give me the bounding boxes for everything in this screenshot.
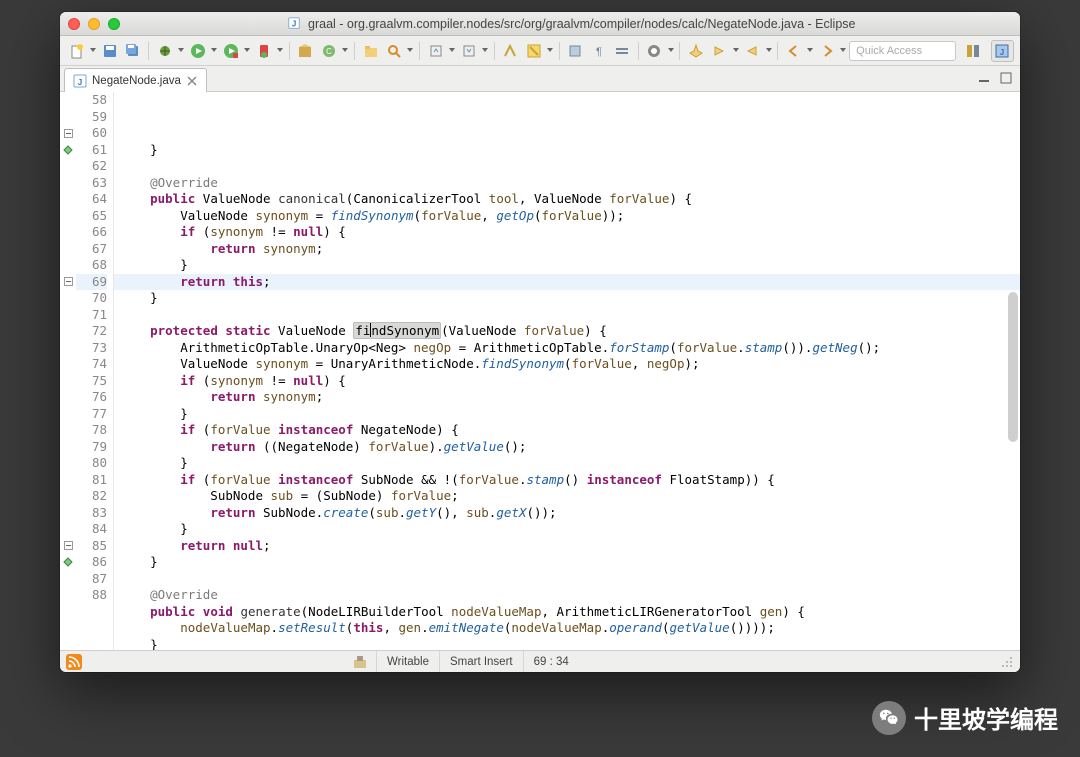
prev-annotation-button[interactable] — [741, 40, 762, 62]
eclipse-window: J graal - org.graalvm.compiler.nodes/src… — [60, 12, 1020, 672]
annotation-next-dropdown[interactable] — [481, 40, 489, 62]
toggle-whitespace-button[interactable]: ¶ — [588, 40, 609, 62]
show-whitespace-button[interactable] — [611, 40, 632, 62]
watermark-text: 十里坡学编程 — [914, 700, 1058, 735]
forward-button[interactable] — [816, 40, 837, 62]
last-edit-button[interactable] — [500, 40, 521, 62]
status-writable: Writable — [376, 651, 439, 672]
debug-button[interactable] — [154, 40, 175, 62]
new-button[interactable] — [66, 40, 87, 62]
svg-text:J: J — [78, 78, 82, 87]
tab-label: NegateNode.java — [92, 75, 181, 87]
svg-text:J: J — [291, 20, 295, 29]
status-cursor-pos: 69 : 34 — [523, 651, 579, 672]
annotation-prev-dropdown[interactable] — [448, 40, 456, 62]
code-editor[interactable]: 5859606162636465666768697071727374757677… — [60, 92, 1020, 650]
close-button[interactable] — [68, 18, 80, 30]
coverage-button[interactable] — [220, 40, 241, 62]
external-tools-dropdown[interactable] — [276, 40, 284, 62]
wechat-icon — [872, 701, 906, 735]
svg-text:J: J — [1000, 48, 1004, 57]
external-tools-button[interactable] — [253, 40, 274, 62]
line-number-gutter[interactable]: 5859606162636465666768697071727374757677… — [76, 92, 114, 650]
main-toolbar: C ¶ Quick Access — [60, 36, 1020, 66]
build-icon — [352, 654, 368, 670]
window-controls — [68, 18, 120, 30]
status-insert: Smart Insert — [439, 651, 523, 672]
status-bar: Writable Smart Insert 69 : 34 — [60, 650, 1020, 672]
search-dropdown[interactable] — [406, 40, 414, 62]
coverage-dropdown[interactable] — [243, 40, 251, 62]
run-dropdown[interactable] — [210, 40, 218, 62]
save-all-button[interactable] — [122, 40, 143, 62]
toggle-mark-dropdown[interactable] — [546, 40, 554, 62]
rss-icon[interactable] — [66, 654, 82, 670]
toggle-block-button[interactable] — [565, 40, 586, 62]
maximize-button[interactable] — [108, 18, 120, 30]
watermark: 十里坡学编程 — [872, 700, 1058, 735]
next-annotation-dropdown[interactable] — [732, 40, 740, 62]
perspective-open-button[interactable] — [962, 40, 985, 62]
new-type-dropdown[interactable] — [341, 40, 349, 62]
next-annotation-button[interactable] — [709, 40, 730, 62]
quick-access-placeholder: Quick Access — [856, 45, 922, 57]
editor-tabs: J NegateNode.java — [60, 66, 1020, 92]
minimize-view-icon[interactable] — [976, 70, 992, 86]
java-file-icon: J — [287, 16, 301, 30]
annotation-prev-button[interactable] — [425, 40, 446, 62]
debug-dropdown[interactable] — [177, 40, 185, 62]
mylyn-button[interactable] — [643, 40, 664, 62]
new-type-button[interactable]: C — [318, 40, 339, 62]
run-button[interactable] — [187, 40, 208, 62]
minimize-button[interactable] — [88, 18, 100, 30]
back-button[interactable] — [783, 40, 804, 62]
tab-negatenode[interactable]: J NegateNode.java — [64, 68, 207, 92]
save-button[interactable] — [99, 40, 120, 62]
open-type-button[interactable] — [360, 40, 381, 62]
toggle-mark-button[interactable] — [523, 40, 544, 62]
java-perspective-button[interactable]: J — [991, 40, 1014, 62]
resize-grip-icon — [1000, 655, 1014, 669]
quick-access-field[interactable]: Quick Access — [849, 41, 956, 61]
back-dropdown[interactable] — [807, 40, 815, 62]
marker-gutter[interactable] — [60, 92, 76, 650]
new-dropdown[interactable] — [89, 40, 97, 62]
forward-dropdown[interactable] — [839, 40, 847, 62]
new-package-button[interactable] — [295, 40, 316, 62]
code-area[interactable]: } @Override public ValueNode canonical(C… — [114, 92, 1020, 650]
maximize-view-icon[interactable] — [998, 70, 1014, 86]
mylyn-dropdown[interactable] — [667, 40, 675, 62]
titlebar: J graal - org.graalvm.compiler.nodes/src… — [60, 12, 1020, 36]
window-title: J graal - org.graalvm.compiler.nodes/src… — [130, 16, 1012, 31]
prev-annotation-dropdown[interactable] — [765, 40, 773, 62]
pin-editor-button[interactable] — [685, 40, 706, 62]
svg-text:C: C — [326, 47, 332, 56]
search-button[interactable] — [383, 40, 404, 62]
java-file-icon: J — [73, 74, 87, 88]
close-icon[interactable] — [186, 75, 198, 87]
annotation-next-button[interactable] — [458, 40, 479, 62]
svg-text:¶: ¶ — [596, 46, 602, 58]
